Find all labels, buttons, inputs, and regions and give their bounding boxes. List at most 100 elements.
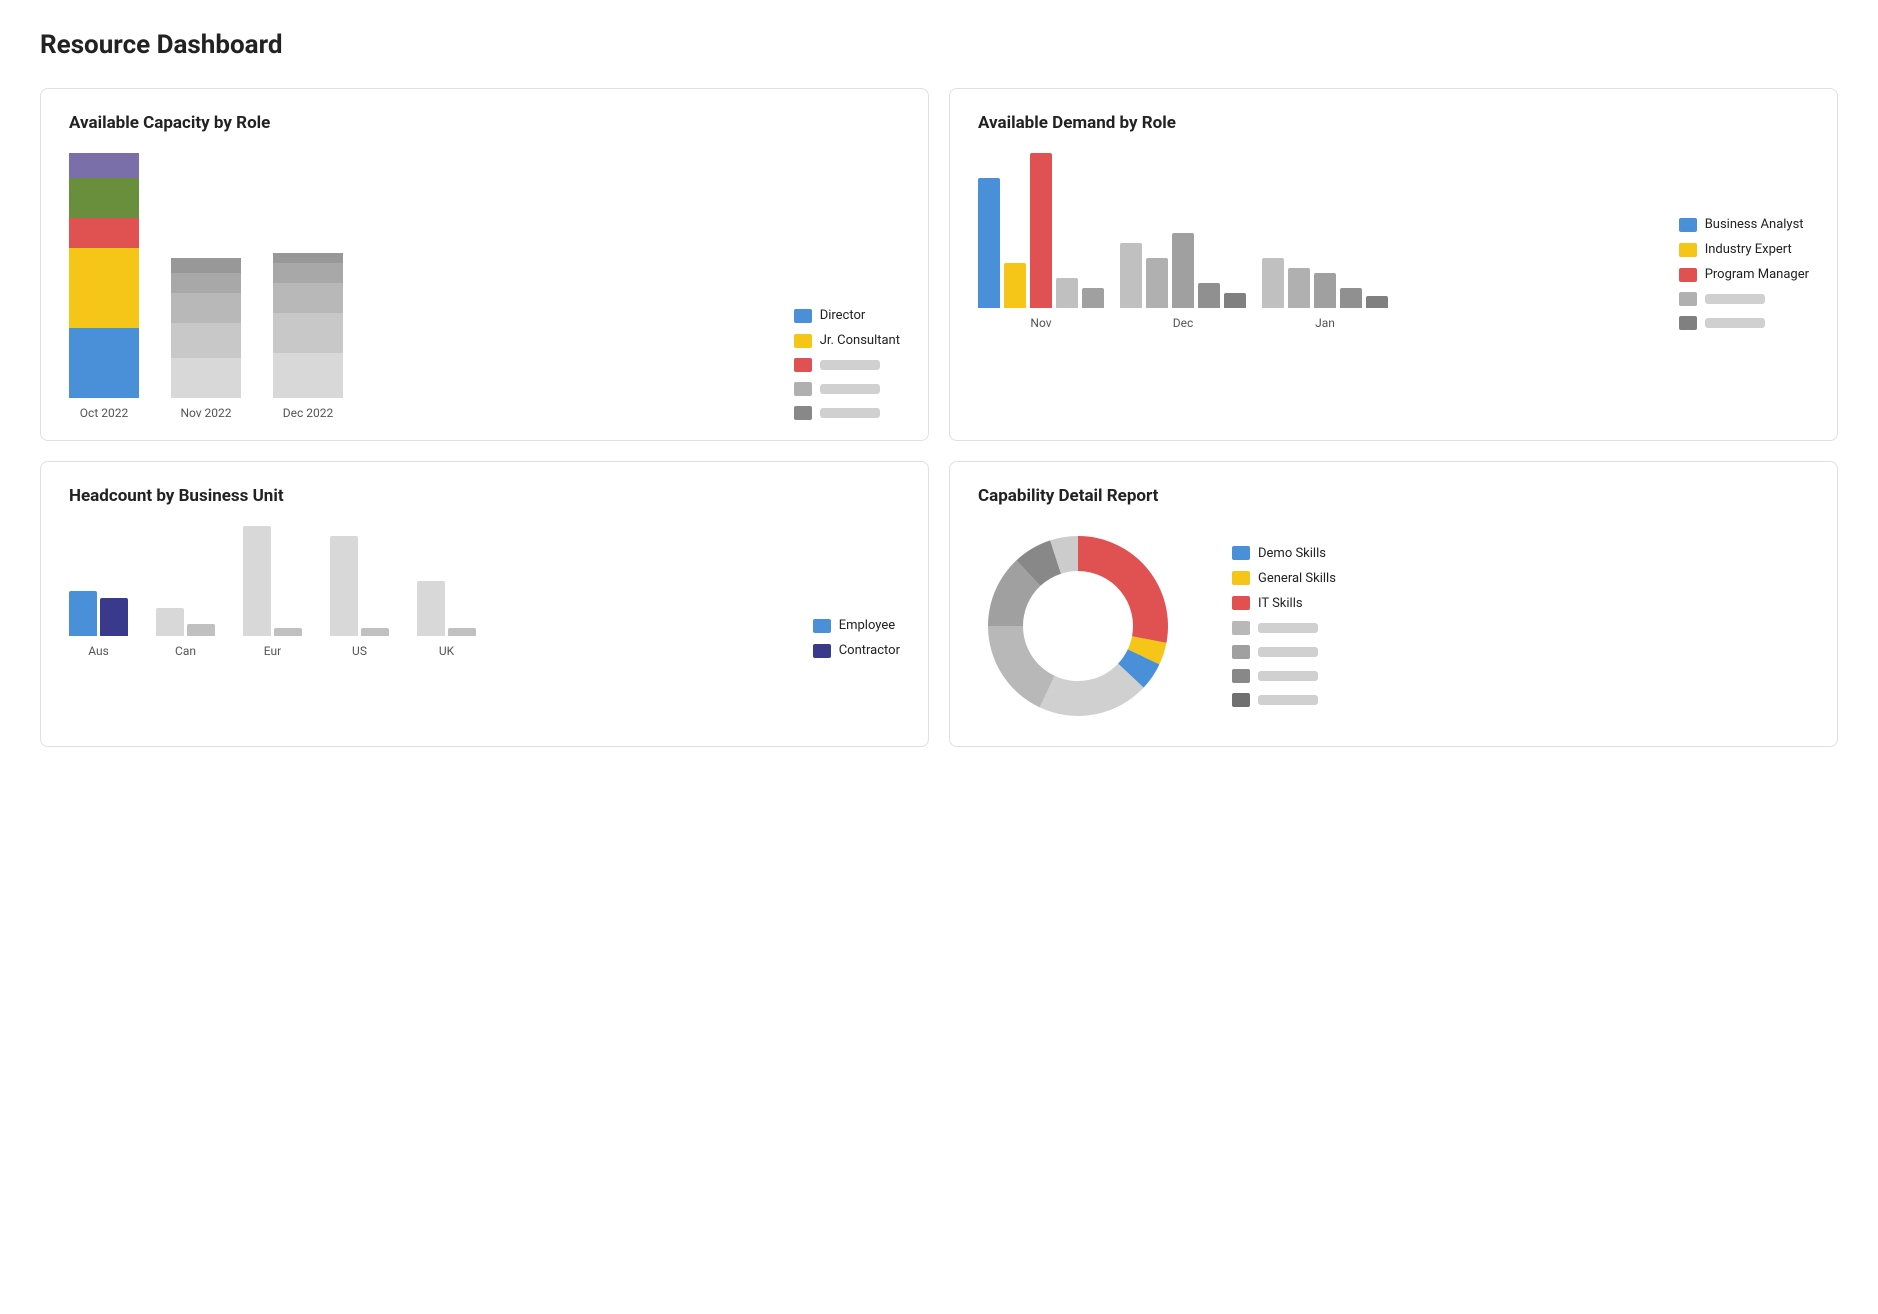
legend-label-placeholder xyxy=(1258,623,1318,633)
legend-item xyxy=(1232,645,1336,659)
legend-swatch xyxy=(794,334,812,348)
legend-item: IT Skills xyxy=(1232,596,1336,611)
capacity-bar-group: Oct 2022 xyxy=(69,153,139,420)
capacity-chart-title: Available Capacity by Role xyxy=(69,113,900,133)
bar-segment xyxy=(69,328,139,398)
legend-item xyxy=(794,382,900,396)
legend-item xyxy=(1679,292,1809,306)
bar-segment xyxy=(273,283,343,313)
headcount-group: US xyxy=(330,536,389,658)
capacity-bar-group: Nov 2022 xyxy=(171,258,241,420)
demand-bar xyxy=(1288,268,1310,308)
legend-item: Industry Expert xyxy=(1679,242,1809,257)
legend-label: IT Skills xyxy=(1258,596,1303,611)
headcount-chart-area: Aus Can Eur US UK Employee Contractor xyxy=(69,526,900,658)
legend-item: General Skills xyxy=(1232,571,1336,586)
legend-item xyxy=(1679,316,1809,330)
capacity-chart-area: Oct 2022 Nov 2022 Dec 2022 DirectorJr. Con… xyxy=(69,153,900,420)
legend-item: Employee xyxy=(813,618,900,633)
legend-swatch xyxy=(794,406,812,420)
demand-month-label: Jan xyxy=(1315,316,1335,330)
legend-swatch xyxy=(794,382,812,396)
bar-segment xyxy=(273,263,343,283)
bar-segment xyxy=(273,253,343,263)
headcount-axis-label: Eur xyxy=(264,644,281,658)
dashboard-grid: Available Capacity by Role Oct 2022 Nov 2… xyxy=(40,88,1838,747)
headcount-bar xyxy=(156,608,184,636)
legend-label: Industry Expert xyxy=(1705,242,1792,257)
bar-segment xyxy=(171,258,241,273)
demand-month-group: Nov xyxy=(978,153,1104,330)
donut-segment xyxy=(1078,536,1168,643)
legend-item xyxy=(1232,621,1336,635)
headcount-axis-label: UK xyxy=(439,644,454,658)
headcount-axis-label: US xyxy=(352,644,367,658)
bar-segment xyxy=(69,178,139,218)
legend-label: Jr. Consultant xyxy=(820,333,900,348)
legend-label: Employee xyxy=(839,618,895,633)
donut-segment xyxy=(988,626,1055,707)
page-title: Resource Dashboard xyxy=(40,30,1838,60)
legend-swatch xyxy=(813,644,831,658)
legend-label: Program Manager xyxy=(1705,267,1809,282)
legend-item: Contractor xyxy=(813,643,900,658)
demand-month-label: Nov xyxy=(1030,316,1051,330)
headcount-group: Eur xyxy=(243,526,302,658)
headcount-group: UK xyxy=(417,581,476,658)
bar-segment xyxy=(69,153,139,178)
demand-bar xyxy=(1314,273,1336,308)
capacity-legend: DirectorJr. Consultant xyxy=(794,308,900,420)
legend-swatch xyxy=(1679,243,1697,257)
bar-axis-label: Oct 2022 xyxy=(80,406,128,420)
bar-axis-label: Nov 2022 xyxy=(180,406,231,420)
legend-label-placeholder xyxy=(1705,294,1765,304)
bar-segment xyxy=(273,313,343,353)
demand-chart-title: Available Demand by Role xyxy=(978,113,1809,133)
bar-axis-label: Dec 2022 xyxy=(283,406,333,420)
capacity-card: Available Capacity by Role Oct 2022 Nov 2… xyxy=(40,88,929,441)
headcount-card: Headcount by Business Unit Aus Can Eur US UK… xyxy=(40,461,929,747)
legend-label-placeholder xyxy=(1258,695,1318,705)
headcount-bars: Aus Can Eur US UK xyxy=(69,526,773,658)
legend-swatch xyxy=(1232,645,1250,659)
legend-label: Business Analyst xyxy=(1705,217,1804,232)
demand-bar xyxy=(1366,296,1388,308)
legend-item xyxy=(1232,693,1336,707)
capability-card: Capability Detail Report Demo SkillsGene… xyxy=(949,461,1838,747)
demand-bars: Nov Dec Jan xyxy=(978,153,1655,330)
legend-label: Demo Skills xyxy=(1258,546,1326,561)
bar-segment xyxy=(171,323,241,358)
headcount-bar xyxy=(243,526,271,636)
bar-segment xyxy=(69,248,139,328)
demand-month-group: Jan xyxy=(1262,258,1388,330)
legend-item xyxy=(794,406,900,420)
legend-swatch xyxy=(813,619,831,633)
headcount-axis-label: Can xyxy=(175,644,196,658)
headcount-bar xyxy=(330,536,358,636)
bar-segment xyxy=(171,358,241,398)
demand-legend: Business Analyst Industry Expert Program M… xyxy=(1679,217,1809,330)
bar-segment xyxy=(171,273,241,293)
legend-label: General Skills xyxy=(1258,571,1336,586)
bar-segment xyxy=(171,293,241,323)
headcount-bar xyxy=(187,624,215,636)
demand-month-label: Dec xyxy=(1173,316,1194,330)
legend-swatch xyxy=(1232,621,1250,635)
headcount-chart-title: Headcount by Business Unit xyxy=(69,486,900,506)
legend-item xyxy=(1232,669,1336,683)
demand-bar xyxy=(1056,278,1078,308)
legend-swatch xyxy=(1679,268,1697,282)
bar-segment xyxy=(273,353,343,398)
legend-swatch xyxy=(1232,669,1250,683)
demand-chart-area: Nov Dec Jan Business Analyst Industry Exper… xyxy=(978,153,1809,330)
legend-swatch xyxy=(794,358,812,372)
demand-bar xyxy=(1340,288,1362,308)
legend-swatch xyxy=(1232,596,1250,610)
demand-bar xyxy=(1082,288,1104,308)
headcount-bar xyxy=(417,581,445,636)
headcount-axis-label: Aus xyxy=(88,644,109,658)
headcount-group: Aus xyxy=(69,591,128,658)
legend-swatch xyxy=(794,309,812,323)
legend-label-placeholder xyxy=(1258,647,1318,657)
headcount-bar xyxy=(274,628,302,636)
